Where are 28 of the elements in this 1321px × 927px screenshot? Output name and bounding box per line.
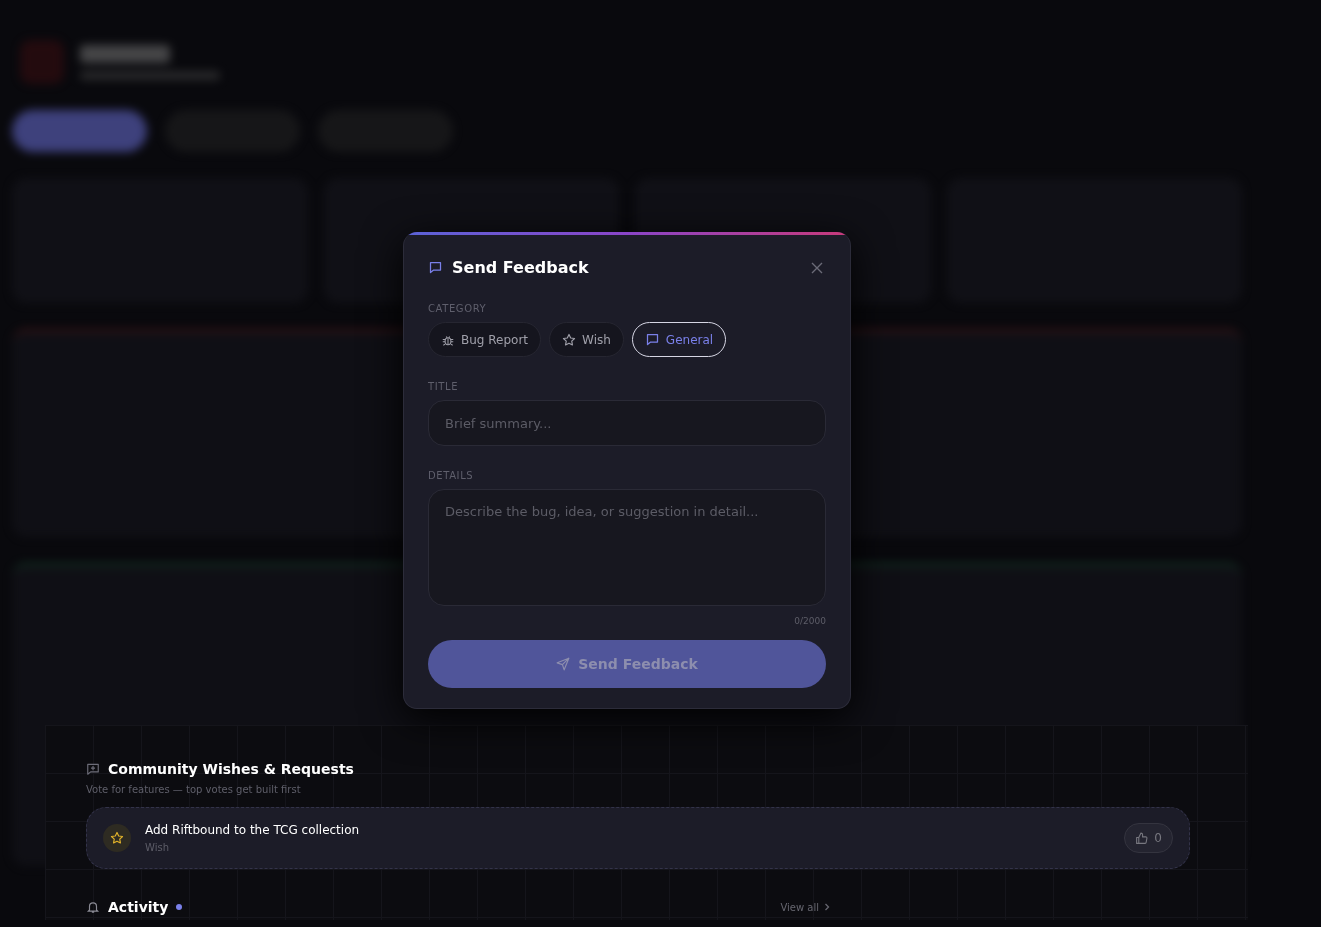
field-label: DETAILS xyxy=(428,470,475,481)
star-icon xyxy=(110,831,124,845)
section-subtitle: Vote for features — top votes get built first xyxy=(86,784,302,795)
field-label: CATEGORY xyxy=(428,303,488,314)
thumbs-up-icon xyxy=(1135,831,1149,845)
section-title: Activity xyxy=(108,899,169,915)
status-dot-icon xyxy=(176,904,183,910)
paper-plane-icon xyxy=(556,657,571,671)
wish-title: Add Riftbound to the TCG collection xyxy=(145,823,361,837)
star-icon xyxy=(562,332,577,347)
field-label: TITLE xyxy=(428,381,460,392)
chat-bubble-icon xyxy=(428,260,443,275)
section-title: Community Wishes & Requests xyxy=(108,761,354,777)
details-textarea[interactable]: Describe the bug, idea, or suggestion in detail... xyxy=(428,489,826,606)
category-chip[interactable]: General xyxy=(631,322,727,357)
wish-category: Wish xyxy=(145,842,170,853)
upvote-button[interactable]: 0 xyxy=(1124,823,1173,853)
close-icon xyxy=(811,261,823,274)
category-chip[interactable]: Bug Report xyxy=(428,322,542,357)
chevron-right-icon xyxy=(823,903,831,911)
bell-icon xyxy=(86,900,100,914)
title-input[interactable]: Brief summary... xyxy=(428,400,826,446)
character-count: 0/2000 xyxy=(794,616,826,626)
view-all-link[interactable]: View all xyxy=(780,901,831,913)
category-chip[interactable]: Wish xyxy=(549,322,624,357)
dialog-title: Send Feedback xyxy=(452,258,589,277)
chat-bubble-icon xyxy=(644,332,660,347)
message-plus-icon xyxy=(86,762,100,776)
